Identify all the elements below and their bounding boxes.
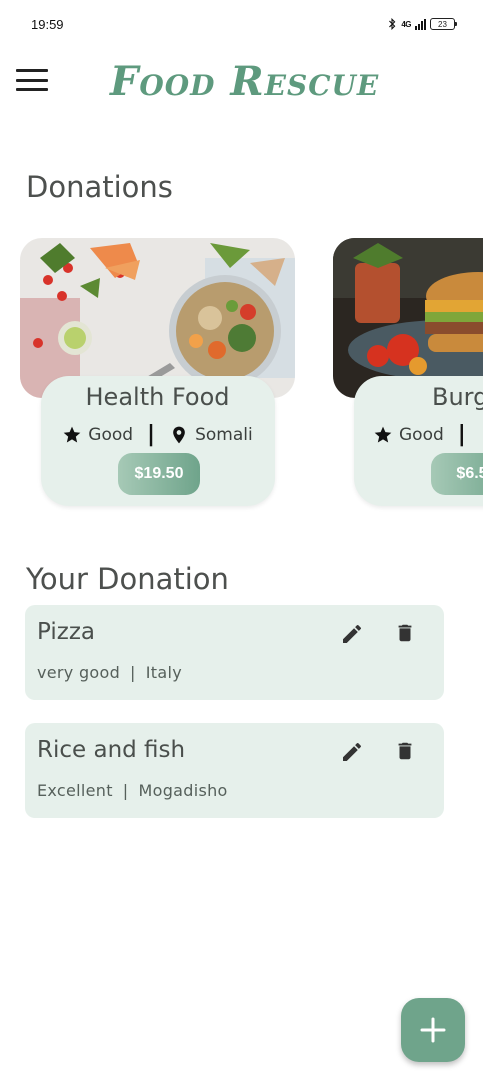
your-donation-heading: Your Donation [26, 562, 229, 596]
app-title: Food Rescue [110, 58, 380, 105]
item-location: Mogadisho [138, 781, 228, 800]
card-meta: Good | Somali [20, 422, 295, 447]
card-quality: Good [88, 424, 134, 445]
meta-separator: | [457, 422, 466, 447]
battery-level: 23 [438, 19, 447, 29]
item-quality: very good [37, 663, 121, 682]
item-location: Italy [145, 663, 182, 682]
item-title: Rice and fish [37, 737, 186, 763]
meta-separator: | [147, 422, 156, 447]
battery-icon: 23 [430, 18, 457, 30]
star-icon [63, 426, 81, 442]
location-pin-icon [173, 426, 185, 443]
item-details: Excellent | Mogadisho [37, 781, 228, 800]
price-button[interactable]: $6.5 [431, 453, 483, 495]
item-separator: | [130, 663, 136, 682]
food-image [20, 238, 295, 398]
card-title: Health Food [85, 383, 230, 411]
star-icon [374, 426, 392, 442]
donation-card[interactable]: Health Food Good | Somali $19.50 [20, 238, 295, 508]
donations-heading: Donations [26, 170, 173, 204]
signal-icon [415, 18, 426, 30]
delete-icon[interactable] [394, 620, 416, 646]
donation-card[interactable]: Burg Good | $6.5 [333, 238, 483, 508]
bluetooth-icon [389, 18, 396, 30]
add-icon [420, 1017, 446, 1043]
edit-icon[interactable] [340, 622, 364, 646]
item-quality: Excellent [37, 781, 113, 800]
card-location: Somali [195, 424, 253, 445]
delete-icon[interactable] [394, 738, 416, 764]
list-item[interactable]: Rice and fish Excellent | Mogadisho [25, 723, 444, 818]
status-bar: 19:59 4G 23 [0, 0, 483, 52]
item-details: very good | Italy [37, 663, 182, 682]
list-item[interactable]: Pizza very good | Italy [25, 605, 444, 700]
status-time: 19:59 [31, 17, 64, 32]
item-title: Pizza [37, 619, 95, 645]
status-icons: 4G 23 [387, 18, 457, 30]
add-donation-button[interactable] [401, 998, 465, 1062]
card-title: Burg [432, 383, 483, 411]
menu-icon[interactable] [16, 69, 48, 91]
edit-icon[interactable] [340, 740, 364, 764]
price-button[interactable]: $19.50 [118, 453, 200, 495]
card-quality: Good [399, 424, 444, 445]
food-image [333, 238, 483, 398]
card-meta: Good | [333, 422, 483, 447]
network-type: 4G [401, 19, 411, 29]
item-separator: | [122, 781, 129, 800]
donations-carousel[interactable]: Health Food Good | Somali $19.50 Burg Go… [0, 238, 483, 513]
